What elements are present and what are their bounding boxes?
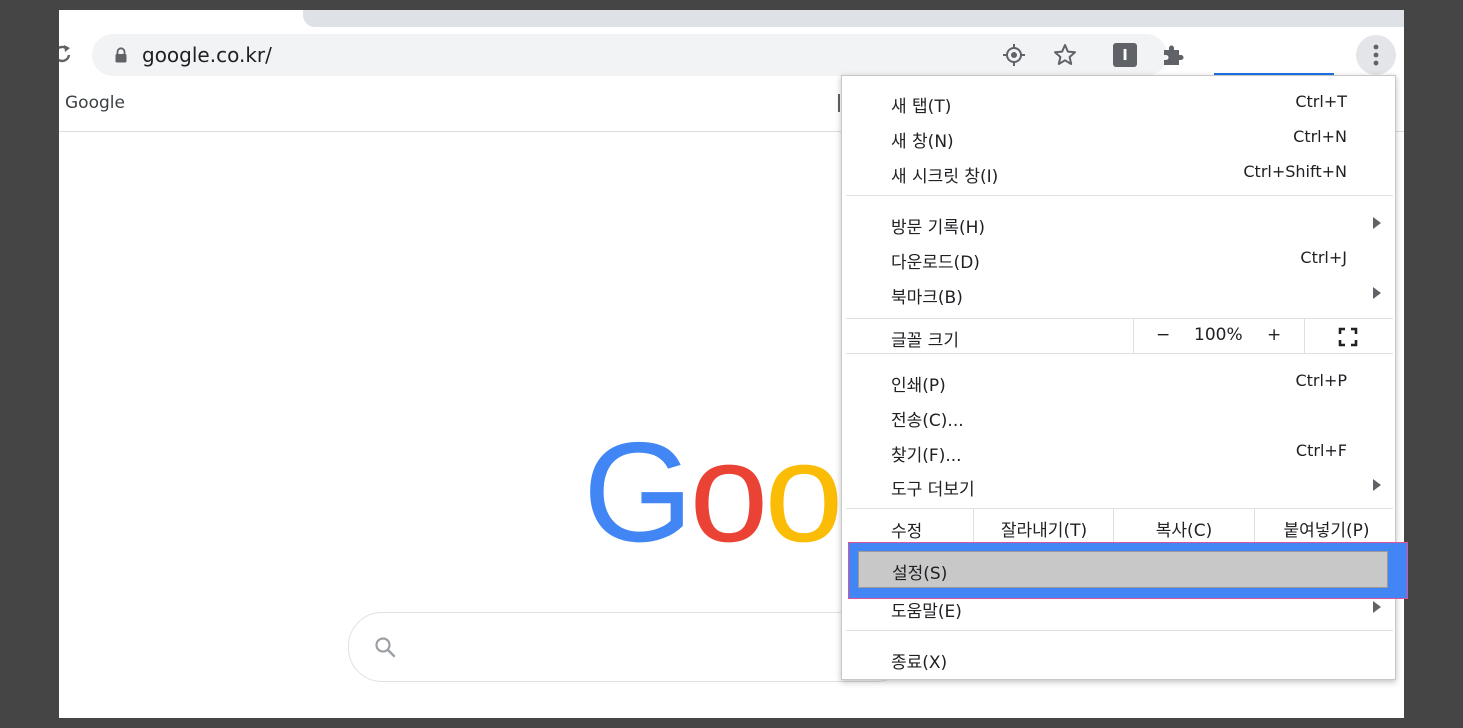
menu-zoom-row: 글꼴 크기 − 100% + (842, 319, 1397, 353)
menu-more-tools[interactable]: 도구 더보기 (842, 469, 1397, 504)
menu-new-window-label: 새 창(N) (891, 132, 954, 152)
menu-exit[interactable]: 종료(X) (842, 642, 1397, 677)
menu-print-shortcut: Ctrl+P (1295, 371, 1347, 390)
menu-incognito[interactable]: 새 시크릿 창(I) Ctrl+Shift+N (842, 156, 1397, 191)
menu-downloads[interactable]: 다운로드(D) Ctrl+J (842, 242, 1397, 277)
menu-new-window[interactable]: 새 창(N) Ctrl+N (842, 121, 1397, 156)
star-icon[interactable] (1053, 43, 1077, 67)
toolbar: google.co.kr/ I (59, 30, 1404, 80)
lock-icon[interactable] (114, 47, 128, 63)
location-icon[interactable] (1002, 43, 1026, 67)
search-box[interactable] (348, 612, 910, 682)
chrome-menu: 새 탭(T) Ctrl+T 새 창(N) Ctrl+N 새 시크릿 창(I) C… (841, 75, 1408, 680)
menu-downloads-label: 다운로드(D) (891, 253, 980, 273)
zoom-out-button[interactable]: − (1156, 325, 1170, 345)
bookmark-separator (838, 94, 840, 112)
menu-print[interactable]: 인쇄(P) Ctrl+P (842, 365, 1397, 400)
kebab-icon (1373, 44, 1379, 66)
menu-cast-label: 전송(C)... (891, 411, 964, 431)
fullscreen-icon[interactable] (1338, 327, 1358, 347)
extensions-puzzle-icon[interactable] (1160, 42, 1186, 68)
menu-bookmarks[interactable]: 북마크(B) (842, 277, 1397, 312)
menu-paste-label: 붙여넣기(P) (1283, 521, 1370, 541)
submenu-arrow-icon (1373, 479, 1381, 491)
extension-i-icon[interactable]: I (1113, 43, 1137, 67)
menu-separator (846, 353, 1393, 354)
menu-edit-label: 수정 (891, 522, 923, 542)
menu-history[interactable]: 방문 기록(H) (842, 207, 1397, 242)
menu-separator (846, 630, 1393, 631)
logo-letter-g: G (583, 413, 693, 572)
menu-new-tab-shortcut: Ctrl+T (1295, 92, 1347, 111)
zoom-controls: − 100% + (1133, 319, 1305, 353)
menu-downloads-shortcut: Ctrl+J (1300, 248, 1347, 267)
menu-separator (846, 195, 1393, 196)
submenu-arrow-icon (1373, 601, 1381, 613)
menu-copy-button[interactable]: 복사(C) (1113, 509, 1254, 543)
menu-edit-row: 수정 잘라내기(T) 복사(C) 붙여넣기(P) (842, 509, 1397, 543)
menu-zoom-label: 글꼴 크기 (891, 331, 959, 351)
menu-settings[interactable]: 설정(S) (858, 551, 1388, 588)
menu-new-tab[interactable]: 새 탭(T) Ctrl+T (842, 86, 1397, 121)
menu-button[interactable] (1356, 35, 1396, 75)
tab-strip (59, 10, 1404, 30)
menu-cut-label: 잘라내기(T) (1000, 521, 1088, 541)
search-icon (375, 637, 396, 658)
menu-find[interactable]: 찾기(F)... Ctrl+F (842, 435, 1397, 470)
active-tab[interactable] (303, 10, 1404, 27)
logo-letter-o1: o (689, 413, 768, 572)
menu-settings-highlight: 설정(S) (848, 542, 1408, 599)
menu-incognito-label: 새 시크릿 창(I) (891, 167, 999, 187)
menu-copy-label: 복사(C) (1155, 521, 1213, 541)
menu-new-tab-label: 새 탭(T) (891, 97, 952, 117)
menu-incognito-shortcut: Ctrl+Shift+N (1243, 162, 1347, 181)
bookmark-google[interactable]: Google (65, 93, 125, 113)
menu-cut-button[interactable]: 잘라내기(T) (973, 509, 1114, 543)
submenu-arrow-icon (1373, 217, 1381, 229)
logo-letter-o2: o (764, 413, 843, 572)
address-bar[interactable]: google.co.kr/ (92, 34, 1167, 76)
submenu-arrow-icon (1373, 287, 1381, 299)
menu-cast[interactable]: 전송(C)... (842, 400, 1397, 435)
menu-exit-label: 종료(X) (891, 653, 948, 673)
menu-bookmarks-label: 북마크(B) (891, 288, 963, 308)
zoom-in-button[interactable]: + (1267, 325, 1281, 345)
menu-more-tools-label: 도구 더보기 (891, 480, 975, 500)
menu-history-label: 방문 기록(H) (891, 218, 986, 238)
menu-print-label: 인쇄(P) (891, 376, 946, 396)
menu-find-label: 찾기(F)... (891, 446, 962, 466)
menu-help-label: 도움말(E) (891, 602, 962, 622)
google-logo: Goo (583, 413, 843, 572)
menu-settings-label: 설정(S) (892, 564, 948, 584)
menu-paste-button[interactable]: 붙여넣기(P) (1254, 509, 1398, 543)
reload-icon[interactable] (59, 43, 73, 65)
url-text[interactable]: google.co.kr/ (142, 44, 272, 66)
zoom-value: 100% (1194, 325, 1243, 345)
menu-new-window-shortcut: Ctrl+N (1293, 127, 1347, 146)
menu-find-shortcut: Ctrl+F (1295, 441, 1347, 460)
